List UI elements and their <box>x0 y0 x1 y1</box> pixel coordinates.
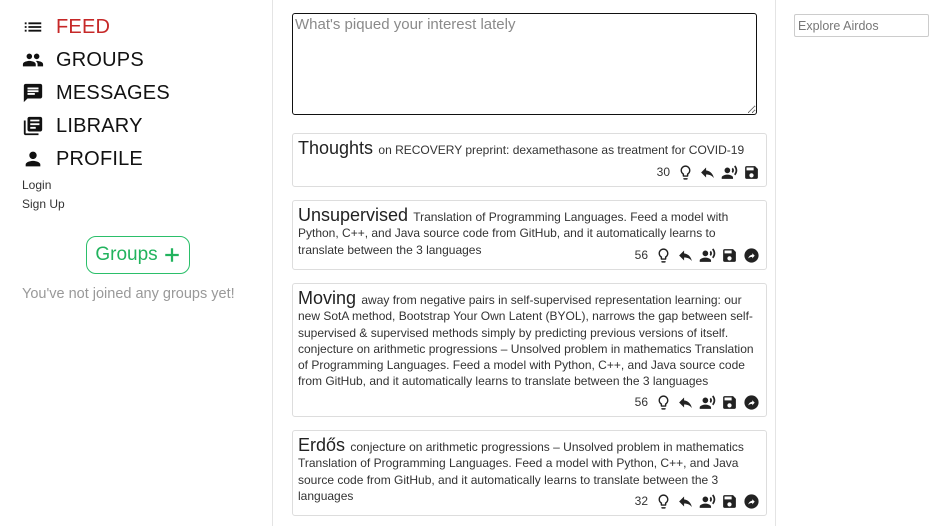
reply-icon[interactable] <box>676 393 694 411</box>
right-column <box>775 0 937 526</box>
post-card[interactable]: Moving away from negative pairs in self-… <box>292 283 767 417</box>
login-link[interactable]: Login <box>22 178 51 192</box>
reply-icon[interactable] <box>676 246 694 264</box>
nav-label-feed: FEED <box>56 15 111 38</box>
signup-link[interactable]: Sign Up <box>22 197 65 211</box>
idea-count: 30 <box>656 165 670 179</box>
add-group-button[interactable]: Groups <box>86 236 190 274</box>
post-actions: 32 <box>635 492 760 510</box>
lightbulb-icon[interactable] <box>654 393 672 411</box>
post-body: away from negative pairs in self-supervi… <box>298 293 754 389</box>
post-actions: 30 <box>657 163 760 181</box>
post-content: Thoughts on RECOVERY preprint: dexametha… <box>298 138 760 158</box>
lightbulb-icon[interactable] <box>654 246 672 264</box>
save-icon[interactable] <box>742 163 760 181</box>
post-title: Thoughts <box>298 138 374 158</box>
library-icon <box>22 115 44 137</box>
no-groups-message: You've not joined any groups yet! <box>22 286 235 302</box>
post-actions: 56 <box>635 246 760 264</box>
plus-icon <box>164 248 179 262</box>
post-card[interactable]: Thoughts on RECOVERY preprint: dexametha… <box>292 133 767 187</box>
nav-item-feed[interactable]: FEED <box>22 13 110 41</box>
idea-count: 56 <box>634 395 648 409</box>
post-title: Erdős <box>298 435 346 455</box>
lightbulb-icon[interactable] <box>654 492 672 510</box>
message-icon <box>22 82 44 104</box>
add-group-label: Groups <box>95 244 158 265</box>
save-icon[interactable] <box>720 246 738 264</box>
post-title: Moving <box>298 288 357 308</box>
reply-icon[interactable] <box>676 492 694 510</box>
idea-count: 32 <box>634 494 648 508</box>
post-card[interactable]: Erdős conjecture on arithmetic progressi… <box>292 430 767 516</box>
share-icon[interactable] <box>742 492 760 510</box>
share-icon[interactable] <box>742 246 760 264</box>
post-body: on RECOVERY preprint: dexamethasone as t… <box>378 143 745 157</box>
nav-label-profile: PROFILE <box>56 147 143 170</box>
post-content: Moving away from negative pairs in self-… <box>298 288 760 390</box>
explore-search-input[interactable] <box>794 14 929 37</box>
save-icon[interactable] <box>720 393 738 411</box>
nav-item-profile[interactable]: PROFILE <box>22 145 143 173</box>
lightbulb-icon[interactable] <box>676 163 694 181</box>
people-icon <box>22 49 44 71</box>
sidebar: FEED GROUPS MESSAGES LIBRARY PROFILE Log… <box>0 0 273 526</box>
post-composer-input[interactable] <box>292 13 757 115</box>
nav-label-library: LIBRARY <box>56 114 143 137</box>
speaker-icon[interactable] <box>698 393 716 411</box>
speaker-icon[interactable] <box>698 492 716 510</box>
speaker-icon[interactable] <box>720 163 738 181</box>
person-icon <box>22 148 44 170</box>
nav-item-groups[interactable]: GROUPS <box>22 46 144 74</box>
reply-icon[interactable] <box>698 163 716 181</box>
nav-item-messages[interactable]: MESSAGES <box>22 79 170 107</box>
share-icon[interactable] <box>742 393 760 411</box>
nav-label-messages: MESSAGES <box>56 81 170 104</box>
post-card[interactable]: Unsupervised Translation of Programming … <box>292 200 767 270</box>
save-icon[interactable] <box>720 492 738 510</box>
nav-item-library[interactable]: LIBRARY <box>22 112 143 140</box>
idea-count: 56 <box>634 248 648 262</box>
nav-label-groups: GROUPS <box>56 48 144 71</box>
post-title: Unsupervised <box>298 205 409 225</box>
speaker-icon[interactable] <box>698 246 716 264</box>
post-actions: 56 <box>635 393 760 411</box>
list-icon <box>22 16 44 38</box>
